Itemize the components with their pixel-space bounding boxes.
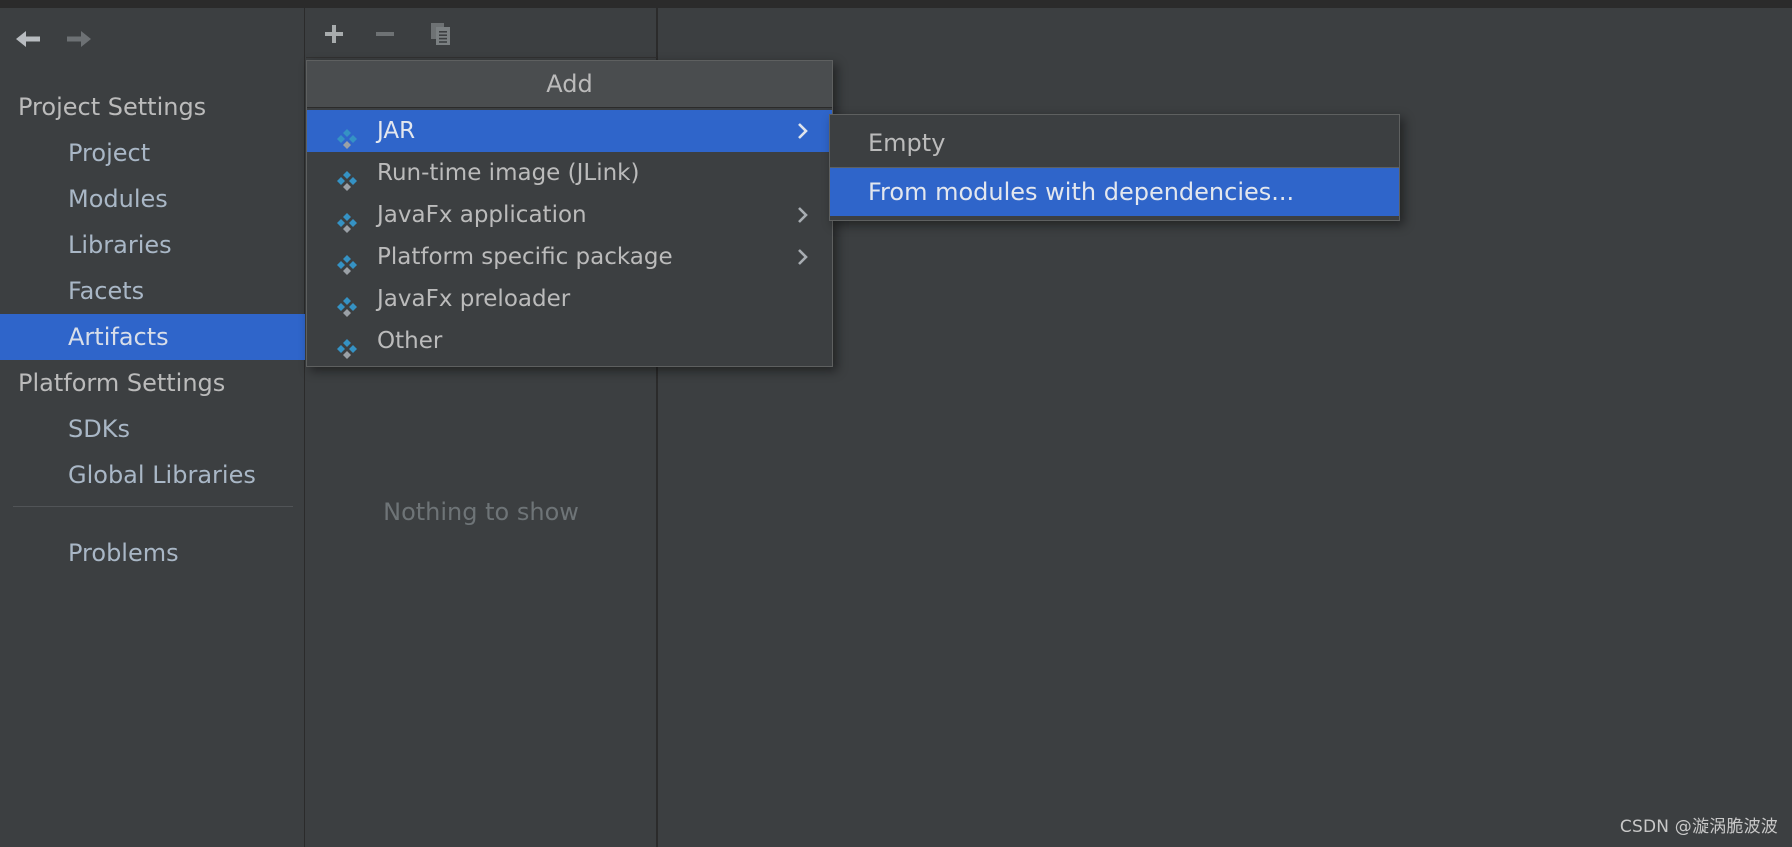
artifact-icon	[337, 205, 357, 233]
sidebar-item-label: Artifacts	[68, 323, 169, 351]
menu-item-javafx-application[interactable]: JavaFx application	[307, 194, 832, 236]
artifact-icon	[337, 289, 357, 317]
jar-submenu-list: Empty From modules with dependencies...	[830, 115, 1399, 220]
menu-item-label: JAR	[377, 118, 416, 144]
sidebar-item-label: Project	[68, 139, 151, 167]
artifact-icon	[337, 121, 357, 149]
artifact-icon	[337, 163, 357, 191]
sidebar-item-label: Libraries	[68, 231, 172, 259]
popup-title: Add	[307, 61, 832, 108]
sidebar-item-label: SDKs	[68, 415, 130, 443]
plus-icon[interactable]	[317, 17, 351, 51]
menu-item-other[interactable]: Other	[307, 320, 832, 362]
submenu-item-from-modules-with-dependencies[interactable]: From modules with dependencies...	[830, 168, 1399, 216]
sidebar-item-project[interactable]: Project	[0, 130, 305, 176]
chevron-right-icon	[796, 194, 810, 236]
copy-icon[interactable]	[424, 17, 458, 51]
artifact-icon	[337, 331, 357, 359]
sidebar-item-label: Platform Settings	[18, 369, 226, 397]
sidebar-item-sdks[interactable]: SDKs	[0, 406, 305, 452]
menu-item-label: Platform specific package	[377, 244, 673, 270]
chevron-right-icon	[796, 236, 810, 278]
sidebar-item-artifacts[interactable]: Artifacts	[0, 314, 305, 360]
empty-state-label: Nothing to show	[383, 498, 579, 526]
sidebar-item-label: Problems	[68, 539, 179, 567]
menu-item-label: JavaFx preloader	[377, 286, 571, 312]
sidebar-item-facets[interactable]: Facets	[0, 268, 305, 314]
sidebar-item-global-libraries[interactable]: Global Libraries	[0, 452, 305, 498]
arrow-right-icon[interactable]	[62, 22, 96, 56]
menu-item-platform-specific-package[interactable]: Platform specific package	[307, 236, 832, 278]
sidebar-item-modules[interactable]: Modules	[0, 176, 305, 222]
submenu-item-label: From modules with dependencies...	[868, 178, 1295, 206]
minus-icon[interactable]	[368, 17, 402, 51]
chevron-right-icon	[796, 110, 810, 152]
menu-item-javafx-preloader[interactable]: JavaFx preloader	[307, 278, 832, 320]
submenu-item-empty[interactable]: Empty	[830, 119, 1399, 167]
artifacts-toolbar	[306, 8, 657, 58]
add-artifact-popup: Add JAR Run-time image (JLink) JavaFx ap…	[306, 60, 833, 367]
jar-submenu: Empty From modules with dependencies...	[829, 114, 1400, 221]
menu-item-label: JavaFx application	[377, 202, 587, 228]
sidebar-item-platform-settings[interactable]: Platform Settings	[0, 360, 305, 406]
sidebar-item-label: Project Settings	[18, 93, 207, 121]
menu-item-label: Other	[377, 328, 443, 354]
sidebar-divider	[13, 506, 293, 507]
settings-sidebar: Project Settings Project Modules Librari…	[0, 8, 305, 847]
settings-tree: Project Settings Project Modules Librari…	[0, 84, 305, 498]
popup-menu-list: JAR Run-time image (JLink) JavaFx applic…	[307, 108, 832, 366]
window-top-strip	[0, 0, 1792, 8]
submenu-item-label: Empty	[868, 129, 946, 157]
arrow-left-icon[interactable]	[11, 22, 45, 56]
menu-item-jar[interactable]: JAR	[307, 110, 832, 152]
artifact-icon	[337, 247, 357, 275]
watermark-label: CSDN @漩涡脆波波	[1619, 817, 1778, 837]
sidebar-item-label: Facets	[68, 277, 145, 305]
menu-item-label: Run-time image (JLink)	[377, 160, 640, 186]
sidebar-item-label: Modules	[68, 185, 168, 213]
sidebar-item-problems[interactable]: Problems	[0, 530, 305, 576]
sidebar-item-label: Global Libraries	[68, 461, 256, 489]
navigation-arrows	[0, 20, 305, 66]
menu-item-runtime-image[interactable]: Run-time image (JLink)	[307, 152, 832, 194]
sidebar-item-libraries[interactable]: Libraries	[0, 222, 305, 268]
sidebar-item-project-settings[interactable]: Project Settings	[0, 84, 305, 130]
